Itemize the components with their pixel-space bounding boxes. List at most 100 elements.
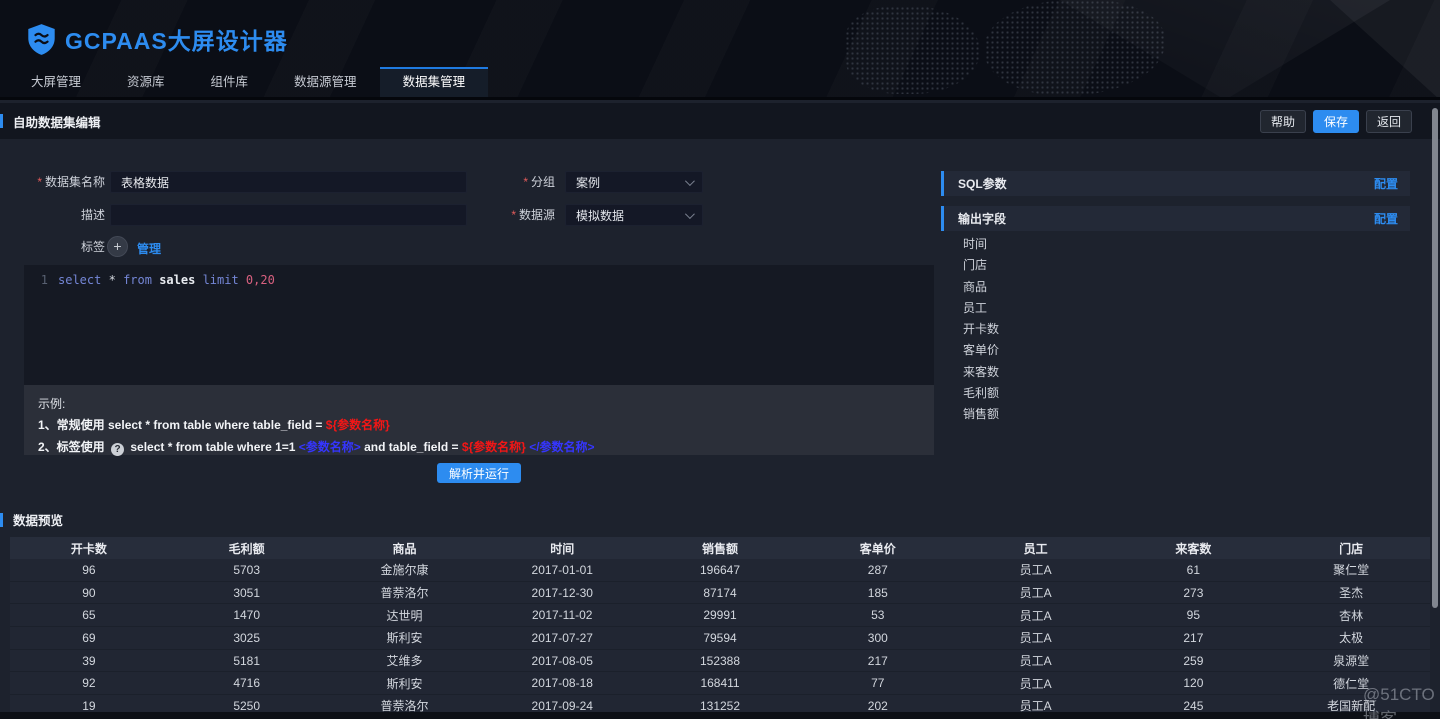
world-map-dots-decoration (845, 6, 980, 94)
table-cell: 2017-01-01 (531, 562, 593, 577)
output-fields-title: 输出字段 (958, 212, 1007, 226)
output-field-item: 商品 (963, 279, 988, 294)
sql-token: limit (202, 273, 239, 287)
example-text-segment: and table_field = (360, 440, 462, 454)
table-cell: 2017-09-24 (531, 698, 593, 713)
nav-tab[interactable]: 数据集管理 (379, 67, 489, 97)
table-body: 96 5703 金施尔康 2017-01-01 196647 287 员工A 61 聚仁堂 90 3… (10, 559, 1430, 718)
description-label: 描述 (80, 208, 105, 222)
table-cell: 77 (871, 676, 885, 691)
table-header-cell: 门店 (1339, 541, 1364, 556)
example-text-segment: select * from table where 1=1 (127, 440, 299, 454)
app-header: GCPAAS大屏设计器 大屏管理 资源库 组件库 数据源管理 数据集管理 (0, 0, 1440, 100)
output-fields-config-link[interactable]: 配置 (1374, 210, 1398, 227)
example-text-segment: 1、常规使用 select * from table where table_f… (38, 418, 326, 432)
back-button[interactable]: 返回 (1365, 109, 1412, 133)
datasource-select[interactable]: 模拟数据 (565, 204, 703, 226)
table-header-cell: 商品 (392, 541, 417, 556)
example-text-segment: ${参数名称} (461, 440, 526, 454)
output-field-item: 毛利额 (963, 386, 1000, 401)
page-title: 自助数据集编辑 (13, 115, 101, 130)
logo: GCPAAS大屏设计器 (26, 22, 288, 56)
chevron-down-icon (684, 208, 695, 219)
table-cell: 斯利安 (386, 676, 423, 691)
hint-line-1: 1、常规使用 select * from table where table_f… (38, 414, 920, 436)
nav-tabs: 大屏管理 资源库 组件库 数据源管理 数据集管理 (8, 67, 489, 97)
nav-tab[interactable]: 资源库 (104, 67, 188, 97)
example-text-segment: ${参数名称} (325, 418, 390, 432)
table-cell: 53 (871, 608, 885, 623)
table-cell: 300 (867, 630, 888, 645)
add-tag-button[interactable]: + (107, 236, 128, 257)
required-mark: * (511, 208, 516, 222)
sql-editor[interactable]: 1 select * from sales limit 0,20 (24, 265, 934, 385)
required-mark: * (37, 175, 42, 189)
example-text-segment: </参数名称> (529, 440, 595, 454)
group-label: * 分组 (523, 175, 555, 189)
table-header-cell: 销售额 (702, 541, 739, 556)
table-cell: 员工A (1019, 608, 1052, 623)
nav-tab[interactable]: 组件库 (188, 67, 272, 97)
page: GCPAAS大屏设计器 大屏管理 资源库 组件库 数据源管理 数据集管理 自助数据集编辑… (0, 0, 1440, 719)
table-cell: 2017-11-02 (531, 608, 593, 623)
sql-params-config-link[interactable]: 配置 (1374, 175, 1398, 192)
question-icon: ? (111, 443, 125, 456)
section-accent-bar (0, 512, 3, 527)
parse-and-run-button[interactable]: 解析并运行 (436, 463, 521, 483)
table-cell: 2017-08-05 (531, 653, 593, 668)
table-header-cell: 时间 (550, 541, 575, 556)
table-cell: 69 (82, 630, 96, 645)
sql-token: from (123, 273, 152, 287)
output-field-item: 时间 (963, 237, 988, 251)
sql-code: select * from sales limit 0,20 (58, 271, 275, 289)
dataset-name-label: * 数据集名称 (37, 175, 105, 189)
table-cell: 120 (1183, 676, 1204, 691)
sql-token: select (58, 273, 102, 287)
table-cell: 29991 (703, 608, 737, 623)
table-cell: 1470 (233, 608, 261, 623)
sql-usage-hints: 示例: 1、常规使用 select * from table where tab… (24, 385, 934, 456)
table-cell: 员工A (1019, 631, 1052, 646)
table-cell: 3025 (233, 630, 261, 645)
save-button[interactable]: 保存 (1312, 109, 1359, 133)
table-header-cell: 开卡数 (70, 541, 107, 556)
table-cell: 2017-12-30 (531, 585, 593, 600)
data-preview-header: 数据预览 (0, 510, 63, 529)
table-cell: 287 (867, 562, 888, 577)
tag-manage-link[interactable]: 管理 (137, 240, 161, 257)
nav-tab[interactable]: 数据源管理 (271, 67, 380, 97)
table-cell: 131252 (699, 698, 741, 713)
table-cell: 96 (82, 562, 96, 577)
table-cell: 19 (82, 698, 96, 713)
table-row: 69 3025 斯利安 2017-07-27 79594 300 员工A 217 太极 (10, 627, 1430, 650)
table-cell: 245 (1183, 698, 1204, 713)
help-button[interactable]: 帮助 (1259, 109, 1306, 133)
table-cell: 259 (1183, 653, 1204, 668)
table-cell: 2017-07-27 (531, 630, 593, 645)
sql-token: sales (159, 273, 196, 287)
hints-title: 示例: (38, 397, 66, 411)
table-cell: 普萘洛尔 (380, 586, 429, 601)
table-row: 65 1470 达世明 2017-11-02 29991 53 员工A 95 杏林 (10, 604, 1430, 628)
nav-tab[interactable]: 大屏管理 (8, 67, 104, 97)
table-cell: 太极 (1339, 631, 1364, 646)
data-preview-title: 数据预览 (13, 514, 64, 528)
vertical-scrollbar-thumb[interactable] (1432, 108, 1438, 608)
table-cell: 聚仁堂 (1333, 563, 1370, 578)
output-field-item: 员工 (963, 300, 988, 315)
table-cell: 2017-08-18 (531, 676, 593, 691)
table-cell: 79594 (703, 630, 737, 645)
dataset-name-input[interactable] (110, 171, 467, 193)
table-cell: 5250 (233, 698, 261, 713)
table-cell: 达世明 (386, 608, 423, 623)
sql-code-line: 1 select * from sales limit 0,20 (24, 271, 934, 289)
description-input[interactable] (110, 204, 467, 226)
line-number: 1 (40, 273, 48, 287)
group-select[interactable]: 案例 (565, 171, 703, 193)
table-cell: 员工A (1019, 586, 1052, 601)
table-cell: 65 (82, 608, 96, 623)
table-header-cell: 来客数 (1175, 541, 1212, 556)
table-cell: 4716 (233, 676, 261, 691)
